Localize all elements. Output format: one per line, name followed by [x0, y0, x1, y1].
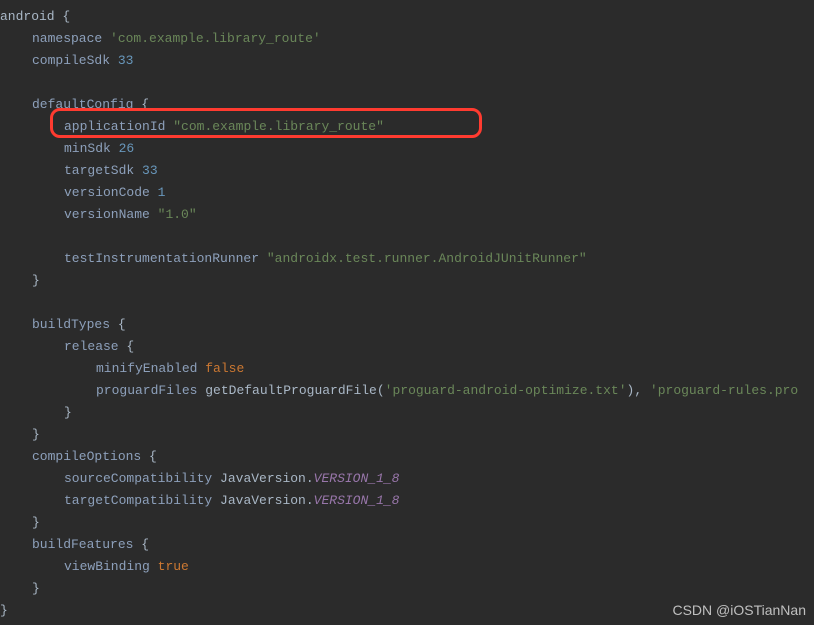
code-key: targetCompatibility — [64, 493, 212, 508]
brace: } — [0, 603, 8, 618]
code-key: compileOptions — [32, 449, 141, 464]
brace: { — [133, 97, 149, 112]
code-key: versionName — [64, 207, 150, 222]
code-string: 'proguard-android-optimize.txt' — [385, 383, 627, 398]
code-key: targetSdk — [64, 163, 134, 178]
code-key: buildFeatures — [32, 537, 133, 552]
code-key: minSdk — [64, 141, 111, 156]
brace: { — [110, 317, 126, 332]
code-key: minifyEnabled — [96, 361, 197, 376]
code-bool: true — [158, 559, 189, 574]
brace: { — [133, 537, 149, 552]
code-block: android { namespace 'com.example.library… — [0, 0, 814, 622]
code-key: testInstrumentationRunner — [64, 251, 259, 266]
code-string: 'proguard-rules.pro — [650, 383, 798, 398]
code-key: defaultConfig — [32, 97, 133, 112]
code-string: "com.example.library_route" — [173, 119, 384, 134]
code-punct: ), — [627, 383, 650, 398]
code-class: JavaVersion. — [220, 471, 314, 486]
code-string: "1.0" — [158, 207, 197, 222]
code-number: 33 — [118, 53, 134, 68]
code-enum: VERSION_1_8 — [314, 471, 400, 486]
brace: } — [32, 581, 40, 596]
code-string: 'com.example.library_route' — [110, 31, 321, 46]
brace: } — [32, 427, 40, 442]
code-key: release — [64, 339, 119, 354]
code-key: proguardFiles — [96, 383, 197, 398]
code-key: sourceCompatibility — [64, 471, 212, 486]
brace: { — [141, 449, 157, 464]
code-key: versionCode — [64, 185, 150, 200]
code-key: viewBinding — [64, 559, 150, 574]
code-enum: VERSION_1_8 — [314, 493, 400, 508]
code-key: buildTypes — [32, 317, 110, 332]
code-number: 26 — [119, 141, 135, 156]
brace: { — [55, 9, 71, 24]
code-key-highlighted: applicationId — [64, 119, 165, 134]
brace: } — [32, 515, 40, 530]
code-token: android — [0, 9, 55, 24]
code-string: "androidx.test.runner.AndroidJUnitRunner… — [267, 251, 587, 266]
code-fn: getDefaultProguardFile( — [205, 383, 384, 398]
code-key: compileSdk — [32, 53, 110, 68]
code-class: JavaVersion. — [220, 493, 314, 508]
code-number: 33 — [142, 163, 158, 178]
brace: { — [119, 339, 135, 354]
watermark-text: CSDN @iOSTianNan — [672, 599, 806, 621]
code-key: namespace — [32, 31, 102, 46]
code-number: 1 — [158, 185, 166, 200]
brace: } — [32, 273, 40, 288]
code-bool: false — [205, 361, 244, 376]
brace: } — [64, 405, 72, 420]
